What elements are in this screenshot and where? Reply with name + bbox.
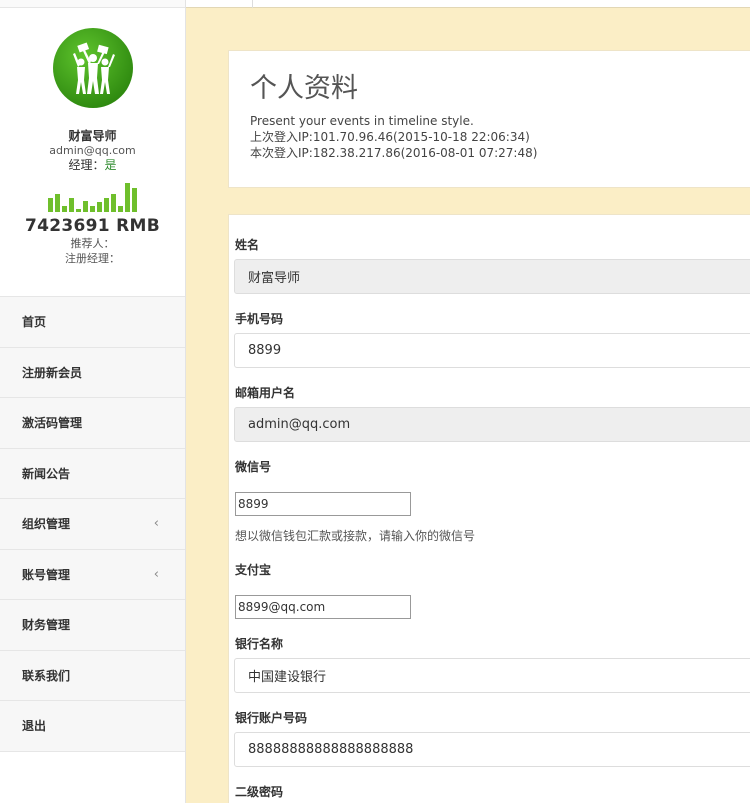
sidebar-item-label: 注册新会员 <box>22 365 83 380</box>
profile-name: 财富导师 <box>68 129 117 143</box>
bank-name-label: 银行名称 <box>235 637 284 651</box>
profile-email: admin@qq.com <box>49 144 136 157</box>
page-subtitle: Present your events in timeline style. <box>250 114 474 128</box>
sidebar-item-finance[interactable]: 财务管理 <box>0 600 185 651</box>
email-label: 邮箱用户名 <box>235 386 296 400</box>
sparkline-bar <box>48 198 53 212</box>
manager-status: 经理：是 <box>0 158 185 173</box>
page-title: 个人资料 <box>250 73 358 104</box>
sidebar-item-label: 首页 <box>22 315 47 330</box>
top-tab-strip <box>186 0 750 8</box>
sidebar-item-label: 联系我们 <box>22 668 71 683</box>
alipay-label: 支付宝 <box>235 563 272 577</box>
sparkline-bar <box>97 202 102 212</box>
sparkline-bar <box>62 206 67 212</box>
email-field[interactable]: admin@qq.com <box>234 407 750 442</box>
sidebar-item-contact[interactable]: 联系我们 <box>0 650 185 701</box>
phone-label: 手机号码 <box>235 312 284 326</box>
sidebar-item-label: 组织管理 <box>22 517 71 532</box>
balance-amount: 7423691 RMB <box>25 216 160 236</box>
sidebar-item-account[interactable]: 账号管理 ‹ <box>0 549 185 600</box>
manager-label: 经理： <box>68 158 105 172</box>
reg-manager-label: 注册经理： <box>65 252 120 265</box>
manager-value: 是 <box>104 158 117 172</box>
sparkline-bar <box>111 194 116 212</box>
profile-form: 姓名 财富导师 手机号码 8899 邮箱用户名 admin@qq.com 微信号… <box>228 214 750 803</box>
sparkline-bar <box>83 201 88 212</box>
sidebar-item-label: 退出 <box>22 719 47 734</box>
chevron-left-icon: ‹ <box>153 566 159 582</box>
name-label: 姓名 <box>235 238 260 252</box>
company-logo <box>52 28 133 108</box>
current-login-info: 本次登入IP:182.38.217.86(2016-08-01 07:27:48… <box>250 146 538 160</box>
name-field[interactable]: 财富导师 <box>234 259 750 294</box>
sparkline-bar <box>104 198 109 212</box>
sparkline-bar <box>90 206 95 212</box>
profile-header-card: 个人资料 Present your events in timeline sty… <box>228 50 750 188</box>
referrer-label: 推荐人： <box>70 237 115 250</box>
sidebar-item-label: 激活码管理 <box>22 416 83 431</box>
sidebar-item-label: 账号管理 <box>22 567 71 582</box>
sparkline-chart <box>0 180 185 212</box>
sparkline-bar <box>69 198 74 212</box>
secondary-password-label: 二级密码 <box>235 785 284 799</box>
sparkline-bar <box>125 183 130 212</box>
sparkline-bar <box>76 209 81 212</box>
sparkline-bar <box>132 188 137 212</box>
sidebar: 财富导师 admin@qq.com 经理：是 7423691 RMB 推荐人： … <box>0 0 186 803</box>
sidebar-item-activation-codes[interactable]: 激活码管理 <box>0 398 185 449</box>
bank-name-field[interactable]: 中国建设银行 <box>234 658 750 693</box>
alipay-input[interactable]: 8899@qq.com <box>235 595 411 619</box>
tab-divider <box>252 0 253 8</box>
last-login-info: 上次登入IP:101.70.96.46(2015-10-18 22:06:34) <box>250 130 530 144</box>
sidebar-item-news[interactable]: 新闻公告 <box>0 448 185 499</box>
celebrating-people-icon <box>72 42 115 94</box>
bank-account-label: 银行账户号码 <box>235 711 308 725</box>
sidebar-menu: 首页 注册新会员 激活码管理 新闻公告 组织管理 ‹ 账号管理 ‹ 财务管理 联系我… <box>0 297 185 752</box>
sidebar-item-home[interactable]: 首页 <box>0 297 185 348</box>
sidebar-item-label: 新闻公告 <box>22 466 71 481</box>
sidebar-item-register[interactable]: 注册新会员 <box>0 347 185 398</box>
wechat-help-text: 想以微信钱包汇款或接款，请输入你的微信号 <box>235 529 476 543</box>
chevron-left-icon: ‹ <box>153 516 159 532</box>
sparkline-bar <box>55 194 60 212</box>
wechat-label: 微信号 <box>235 460 272 474</box>
phone-field[interactable]: 8899 <box>234 333 750 368</box>
sidebar-item-logout[interactable]: 退出 <box>0 701 185 752</box>
sidebar-item-organization[interactable]: 组织管理 ‹ <box>0 499 185 550</box>
sidebar-topbar <box>0 0 185 8</box>
profile-panel: 财富导师 admin@qq.com 经理：是 7423691 RMB 推荐人： … <box>0 8 185 297</box>
bank-account-field[interactable]: 88888888888888888888 <box>234 732 750 767</box>
wechat-input[interactable]: 8899 <box>235 492 411 516</box>
sidebar-item-label: 财务管理 <box>22 618 71 633</box>
sparkline-bar <box>118 206 123 212</box>
